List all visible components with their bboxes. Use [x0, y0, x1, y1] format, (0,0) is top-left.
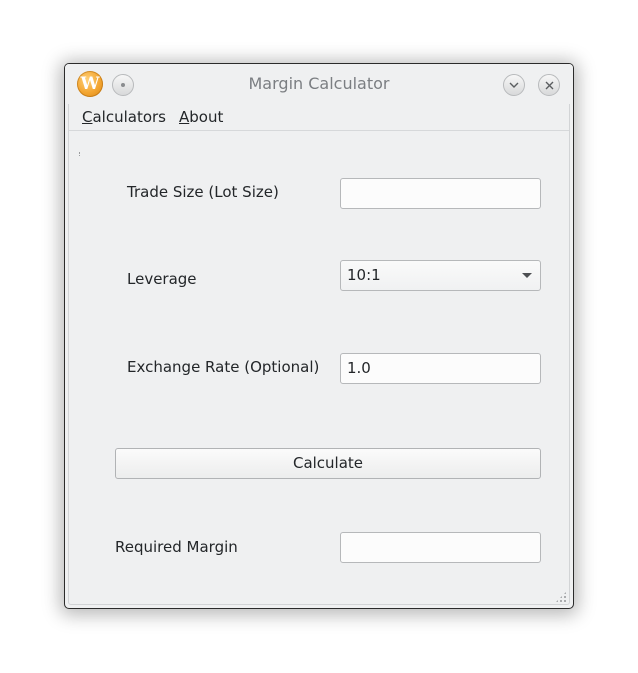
leverage-select[interactable]: 10:1	[340, 260, 541, 291]
dropdown-arrow-icon	[522, 273, 532, 278]
menu-about-label: bout	[189, 108, 224, 126]
close-icon	[545, 81, 553, 89]
menu-calculators-mnemonic: C	[82, 108, 93, 126]
minimize-button[interactable]	[503, 74, 525, 96]
required-margin-label: Required Margin	[115, 538, 238, 556]
menubar: Calculators About	[69, 104, 569, 131]
trade-size-label: Trade Size (Lot Size)	[127, 183, 279, 201]
chevron-down-icon	[509, 82, 519, 88]
leverage-label: Leverage	[127, 270, 197, 288]
margin-calculator-window: W Margin Calculator Calculators About Tr…	[64, 63, 574, 609]
titlebar[interactable]: W Margin Calculator	[65, 64, 573, 104]
toolbar-grip	[79, 152, 82, 156]
exchange-rate-input[interactable]: 1.0	[340, 353, 541, 384]
calculate-button[interactable]: Calculate	[115, 448, 541, 479]
close-button[interactable]	[538, 74, 560, 96]
exchange-rate-label: Exchange Rate (Optional)	[127, 358, 320, 376]
required-margin-output[interactable]	[340, 532, 541, 563]
trade-size-input[interactable]	[340, 178, 541, 209]
resize-grip[interactable]	[555, 591, 567, 603]
leverage-selected-value: 10:1	[347, 266, 381, 284]
menu-calculators[interactable]: Calculators	[82, 104, 166, 130]
menu-about-mnemonic: A	[179, 108, 190, 126]
menu-calculators-label: alculators	[92, 108, 166, 126]
window-title: Margin Calculator	[248, 74, 390, 93]
window-frame	[68, 67, 570, 605]
menu-about[interactable]: About	[179, 104, 223, 130]
